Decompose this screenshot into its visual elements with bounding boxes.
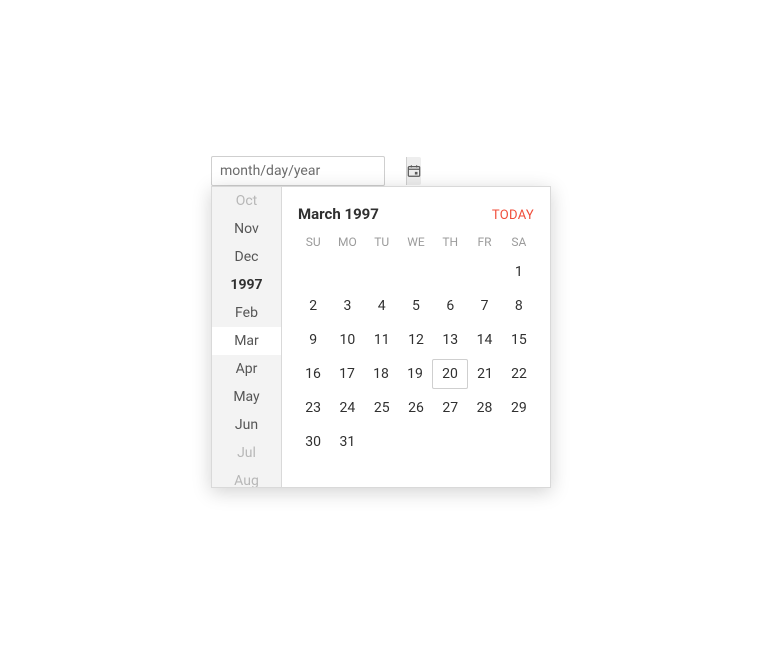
calendar-day[interactable]: 28: [467, 393, 501, 423]
calendar-day[interactable]: 20: [432, 359, 468, 389]
calendar-day[interactable]: 18: [364, 359, 398, 389]
calendar-week: 16171819202122: [296, 359, 536, 389]
calendar-day[interactable]: 17: [330, 359, 364, 389]
current-month-block: March 1997 TODAY SUMOTUWETHFRSA 12345678…: [282, 187, 550, 471]
day-header: FR: [467, 235, 501, 249]
scroller-slot[interactable]: Apr: [212, 355, 281, 383]
calendar-day[interactable]: 5: [399, 291, 433, 321]
calendar-day[interactable]: 10: [330, 325, 364, 355]
month-header: March 1997 TODAY: [296, 191, 536, 231]
next-month-block: April 1997: [282, 471, 550, 487]
calendar-day[interactable]: 14: [467, 325, 501, 355]
calendar-week: 9101112131415: [296, 325, 536, 355]
calendar-toggle-button[interactable]: [406, 157, 421, 185]
calendar-day[interactable]: 11: [365, 325, 399, 355]
scroller-slot[interactable]: Feb: [212, 299, 281, 327]
calendar-day[interactable]: 2: [296, 291, 330, 321]
calendar-week: 23242526272829: [296, 393, 536, 423]
scroller-slot[interactable]: Oct: [212, 187, 281, 215]
calendar-day[interactable]: 27: [433, 393, 467, 423]
calendar-day[interactable]: 19: [398, 359, 432, 389]
datepicker-popup: OctNovDec1997FebMarAprMayJunJulAug March…: [211, 186, 551, 488]
day-header: SA: [502, 235, 536, 249]
calendar-week: 1: [296, 257, 536, 287]
calendar-day[interactable]: 13: [433, 325, 467, 355]
day-of-week-header: SUMOTUWETHFRSA: [296, 235, 536, 249]
calendar-grid: 1234567891011121314151617181920212223242…: [296, 257, 536, 457]
next-month-header: April 1997: [296, 475, 536, 487]
date-input[interactable]: [212, 157, 406, 185]
scroller-slot[interactable]: Jun: [212, 411, 281, 439]
month-title: March 1997: [298, 205, 379, 223]
calendar-day[interactable]: 16: [296, 359, 330, 389]
calendar-icon: [407, 164, 421, 178]
calendar-day[interactable]: 4: [365, 291, 399, 321]
day-header: TH: [433, 235, 467, 249]
scroller-slot[interactable]: Aug: [212, 467, 281, 488]
day-header: MO: [330, 235, 364, 249]
scroller-slot[interactable]: May: [212, 383, 281, 411]
calendar-day[interactable]: 31: [330, 427, 364, 457]
calendar-day[interactable]: 29: [502, 393, 536, 423]
calendar-day[interactable]: 24: [330, 393, 364, 423]
day-header: WE: [399, 235, 433, 249]
calendar-day[interactable]: 26: [399, 393, 433, 423]
scroller-slot[interactable]: 1997: [212, 271, 281, 299]
calendar-day[interactable]: 23: [296, 393, 330, 423]
today-link[interactable]: TODAY: [492, 208, 534, 223]
scroller-slot[interactable]: Mar: [212, 327, 281, 355]
day-header: TU: [365, 235, 399, 249]
calendar-day[interactable]: 8: [502, 291, 536, 321]
scroller-slot[interactable]: Jul: [212, 439, 281, 467]
calendar-day[interactable]: 15: [502, 325, 536, 355]
calendar-day[interactable]: 22: [502, 359, 536, 389]
calendar-day[interactable]: 12: [399, 325, 433, 355]
scroller-slot[interactable]: Nov: [212, 215, 281, 243]
scroller-slot[interactable]: Dec: [212, 243, 281, 271]
date-input-field[interactable]: [211, 156, 385, 186]
calendar-week: 2345678: [296, 291, 536, 321]
month-year-scroller[interactable]: OctNovDec1997FebMarAprMayJunJulAug: [212, 187, 282, 487]
calendar-day[interactable]: 7: [467, 291, 501, 321]
calendar-day[interactable]: 3: [330, 291, 364, 321]
calendar-week: 3031: [296, 427, 536, 457]
calendar-day[interactable]: 21: [468, 359, 502, 389]
calendar-area[interactable]: March 1997 TODAY SUMOTUWETHFRSA 12345678…: [282, 187, 550, 487]
day-header: SU: [296, 235, 330, 249]
calendar-day[interactable]: 6: [433, 291, 467, 321]
calendar-day[interactable]: 1: [502, 257, 536, 287]
calendar-day[interactable]: 9: [296, 325, 330, 355]
calendar-day[interactable]: 30: [296, 427, 330, 457]
calendar-day[interactable]: 25: [365, 393, 399, 423]
